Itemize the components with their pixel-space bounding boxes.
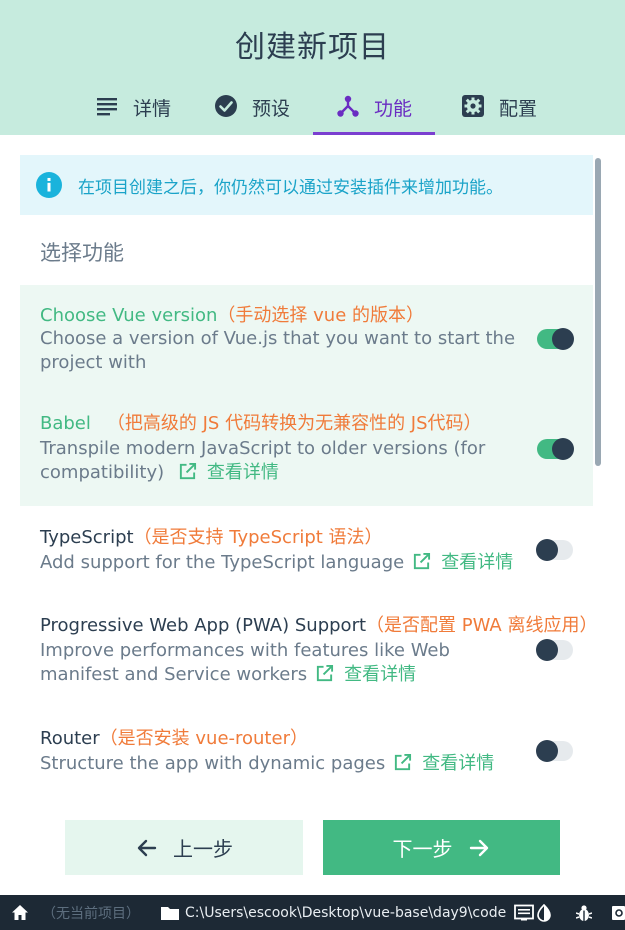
feature-item-typescript[interactable]: TypeScript（是否支持 TypeScript 语法） Add suppo… — [20, 506, 593, 594]
feature-description: Transpile modern JavaScript to older ver… — [40, 437, 525, 485]
log-button[interactable] — [514, 895, 534, 930]
toggle-knob — [552, 328, 574, 350]
feature-note: （是否安装 vue-router） — [99, 728, 308, 749]
external-link-icon — [179, 462, 196, 480]
more-info-link[interactable]: 查看详情 — [404, 552, 513, 573]
step-tabs: 详情 预设 功能 配置 — [0, 88, 625, 135]
list-icon — [96, 98, 117, 116]
folder-icon — [161, 906, 179, 920]
external-link-icon — [317, 664, 334, 682]
feature-note: （手动选择 vue 的版本） — [217, 305, 424, 326]
gear-icon — [461, 95, 484, 117]
arrow-right-icon — [469, 839, 488, 856]
check-circle-icon — [214, 95, 237, 117]
more-info-link[interactable]: 查看详情 — [385, 753, 494, 774]
feature-description: Add support for the TypeScript language 查… — [40, 551, 525, 575]
more-info-link[interactable]: 查看详情 — [307, 664, 416, 685]
feature-toggle[interactable] — [536, 639, 573, 661]
translate-button[interactable] — [612, 895, 625, 930]
info-text: 在项目创建之后，你仍然可以通过安装插件来增加功能。 — [78, 177, 503, 198]
more-info-label: 查看详情 — [422, 753, 495, 774]
feature-name: TypeScript（是否支持 TypeScript 语法） — [40, 527, 593, 549]
console-log-icon — [514, 904, 534, 920]
scrollbar-thumb[interactable] — [595, 158, 601, 466]
page-title: 创建新项目 — [235, 30, 390, 65]
more-info-label: 查看详情 — [441, 552, 514, 573]
feature-item-pwa[interactable]: Progressive Web App (PWA) Support（是否配置 P… — [20, 594, 593, 707]
previous-step-label: 上一步 — [173, 837, 233, 861]
dark-mode-toggle[interactable] — [536, 895, 552, 930]
feature-title: Router — [40, 728, 100, 749]
feature-description: Improve performances with features like … — [40, 639, 525, 687]
more-info-label: 查看详情 — [344, 664, 417, 685]
more-info-label: 查看详情 — [206, 462, 279, 483]
toggle-knob — [536, 740, 558, 762]
more-info-link[interactable]: 查看详情 — [170, 462, 279, 483]
section-title: 选择功能 — [40, 241, 124, 265]
home-icon — [12, 904, 28, 920]
feature-toggle[interactable] — [537, 328, 574, 350]
arrow-left-icon — [137, 839, 157, 856]
feature-description-text: Add support for the TypeScript language — [40, 552, 405, 573]
tab-presets-label: 预设 — [251, 98, 290, 120]
feature-title: Babel — [40, 413, 91, 434]
tab-details[interactable]: 详情 — [80, 88, 186, 135]
feature-note: （把高级的 JS 代码转换为无兼容性的 JS代码） — [106, 413, 482, 434]
status-bar: （无当前项目） C:\Users\escook\Desktop\vue-base… — [0, 895, 625, 930]
feature-toggle[interactable] — [537, 438, 574, 460]
tab-presets[interactable]: 预设 — [200, 88, 304, 135]
feature-note: （是否支持 TypeScript 语法） — [133, 527, 383, 548]
translate-icon — [612, 905, 625, 920]
tab-config-label: 配置 — [498, 98, 537, 120]
feature-item-vue-version[interactable]: Choose Vue version（手动选择 vue 的版本） Choose … — [20, 285, 593, 393]
info-icon — [36, 172, 62, 198]
features-panel[interactable]: 在项目创建之后，你仍然可以通过安装插件来增加功能。 选择功能 Choose Vu… — [20, 155, 593, 800]
previous-step-button[interactable]: 上一步 — [65, 820, 303, 875]
feature-note: （是否配置 PWA 离线应用） — [366, 615, 593, 636]
current-project-label[interactable]: （无当前项目） — [42, 895, 140, 930]
current-path[interactable]: C:\Users\escook\Desktop\vue-base\day9\co… — [185, 895, 506, 930]
next-step-button[interactable]: 下一步 — [323, 820, 560, 875]
info-banner: 在项目创建之后，你仍然可以通过安装插件来增加功能。 — [20, 155, 593, 215]
bug-report-button[interactable] — [576, 895, 592, 930]
feature-title: TypeScript — [40, 527, 134, 548]
page-header: 创建新项目 详情 预设 功能 配置 — [0, 0, 625, 135]
folder-button[interactable] — [160, 895, 180, 930]
bug-icon — [576, 904, 592, 921]
toggle-knob — [552, 438, 574, 460]
theme-contrast-icon — [537, 903, 551, 922]
tab-features[interactable]: 功能 — [313, 88, 435, 135]
tab-features-label: 功能 — [373, 98, 412, 120]
toggle-knob — [536, 639, 558, 661]
feature-title: Progressive Web App (PWA) Support — [40, 615, 367, 636]
feature-description: Structure the app with dynamic pages 查看详情 — [40, 752, 525, 776]
next-step-label: 下一步 — [392, 837, 453, 861]
feature-toggle[interactable] — [536, 539, 573, 561]
feature-name: Choose Vue version（手动选择 vue 的版本） — [40, 305, 593, 327]
feature-item-router[interactable]: Router（是否安装 vue-router） Structure the ap… — [20, 707, 593, 800]
feature-name: Progressive Web App (PWA) Support（是否配置 P… — [40, 615, 593, 637]
feature-toggle[interactable] — [536, 740, 573, 762]
feature-tree-icon — [337, 95, 359, 117]
feature-item-babel[interactable]: Babel （把高级的 JS 代码转换为无兼容性的 JS代码） Transpile… — [20, 393, 593, 506]
external-link-icon — [395, 753, 412, 771]
feature-description-text: Structure the app with dynamic pages — [40, 753, 386, 774]
home-button[interactable] — [10, 895, 30, 930]
tab-config[interactable]: 配置 — [446, 88, 552, 135]
toggle-knob — [536, 539, 558, 561]
tab-details-label: 详情 — [132, 98, 171, 120]
feature-title: Choose Vue version — [40, 305, 218, 326]
feature-description: Choose a version of Vue.js that you want… — [40, 328, 516, 373]
external-link-icon — [414, 552, 431, 570]
feature-name: Babel （把高级的 JS 代码转换为无兼容性的 JS代码） — [40, 413, 593, 435]
feature-name: Router（是否安装 vue-router） — [40, 728, 593, 750]
